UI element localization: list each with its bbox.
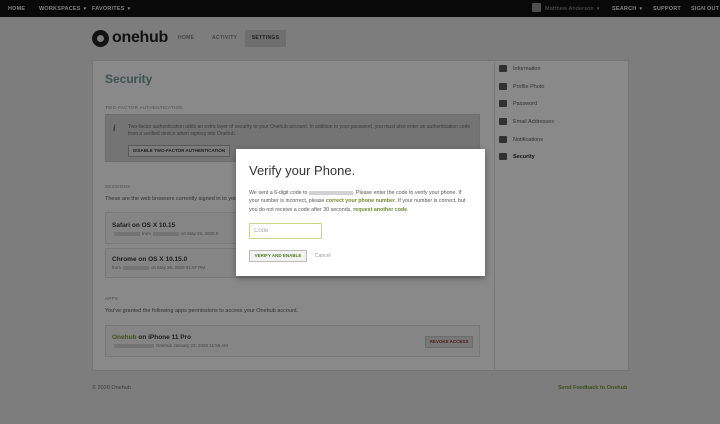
verify-phone-dialog: Verify your Phone. We sent a 6-digit cod… <box>236 149 485 276</box>
modal-title: Verify your Phone. <box>249 163 356 178</box>
request-another-code-link[interactable]: request another code <box>353 207 407 213</box>
code-input[interactable] <box>249 223 322 239</box>
modal-description: We sent a 6-digit code to . Please enter… <box>249 190 466 213</box>
correct-phone-link[interactable]: correct your phone number <box>326 198 395 204</box>
verify-and-enable-button[interactable]: VERIFY AND ENABLE <box>249 250 307 262</box>
cancel-link[interactable]: Cancel <box>315 253 331 259</box>
redacted-phone-number <box>308 190 353 195</box>
